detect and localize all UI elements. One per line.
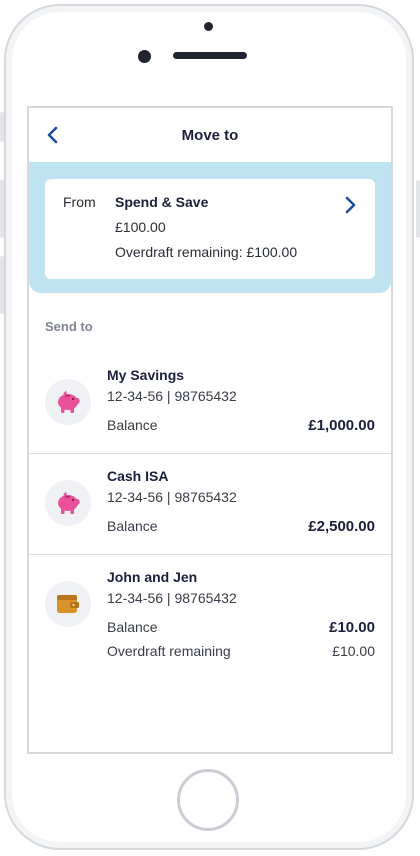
account-avatar <box>45 581 91 627</box>
overdraft-value: £10.00 <box>332 643 375 659</box>
account-avatar <box>45 480 91 526</box>
account-row-my-savings[interactable]: My Savings 12-34-56 | 98765432 Balance £… <box>29 353 391 454</box>
earpiece-speaker <box>173 52 247 59</box>
balance-label: Balance <box>107 417 158 433</box>
proximity-sensor <box>204 22 213 31</box>
account-number: 12-34-56 | 98765432 <box>107 388 237 404</box>
chevron-right-icon[interactable] <box>343 195 359 215</box>
balance-label: Balance <box>107 518 158 534</box>
page-title: Move to <box>181 126 239 144</box>
wallet-icon <box>57 595 79 613</box>
account-name: John and Jen <box>107 569 198 585</box>
account-list: My Savings 12-34-56 | 98765432 Balance £… <box>29 353 391 665</box>
overdraft-label: Overdraft remaining <box>107 643 231 659</box>
balance-value: £2,500.00 <box>308 518 375 535</box>
side-button-power <box>416 180 420 238</box>
account-name: Cash ISA <box>107 468 169 484</box>
send-to-heading: Send to <box>45 319 93 334</box>
from-account-name: Spend & Save <box>115 194 209 210</box>
account-avatar <box>45 379 91 425</box>
from-account-card[interactable]: From Spend & Save £100.00 Overdraft rema… <box>45 179 375 279</box>
from-label: From <box>63 194 96 210</box>
account-name: My Savings <box>107 367 185 383</box>
account-row-john-and-jen[interactable]: John and Jen 12-34-56 | 98765432 Balance… <box>29 555 391 665</box>
piggy-bank-icon <box>58 390 80 413</box>
balance-value: £1,000.00 <box>308 417 375 434</box>
front-camera <box>138 50 151 63</box>
account-row-cash-isa[interactable]: Cash ISA 12-34-56 | 98765432 Balance £2,… <box>29 454 391 555</box>
back-arrow-icon[interactable] <box>43 125 63 145</box>
home-button[interactable] <box>177 769 239 831</box>
account-number: 12-34-56 | 98765432 <box>107 489 237 505</box>
app-screen: Move to From Spend & Save £100.00 Overdr… <box>27 106 393 754</box>
from-overdraft: Overdraft remaining: £100.00 <box>115 244 298 260</box>
piggy-bank-icon <box>58 491 80 514</box>
from-panel: From Spend & Save £100.00 Overdraft rema… <box>29 162 391 293</box>
account-number: 12-34-56 | 98765432 <box>107 590 237 606</box>
top-bar: Move to <box>29 108 391 162</box>
balance-label: Balance <box>107 619 158 635</box>
from-account-amount: £100.00 <box>115 219 166 235</box>
balance-value: £10.00 <box>329 619 375 636</box>
